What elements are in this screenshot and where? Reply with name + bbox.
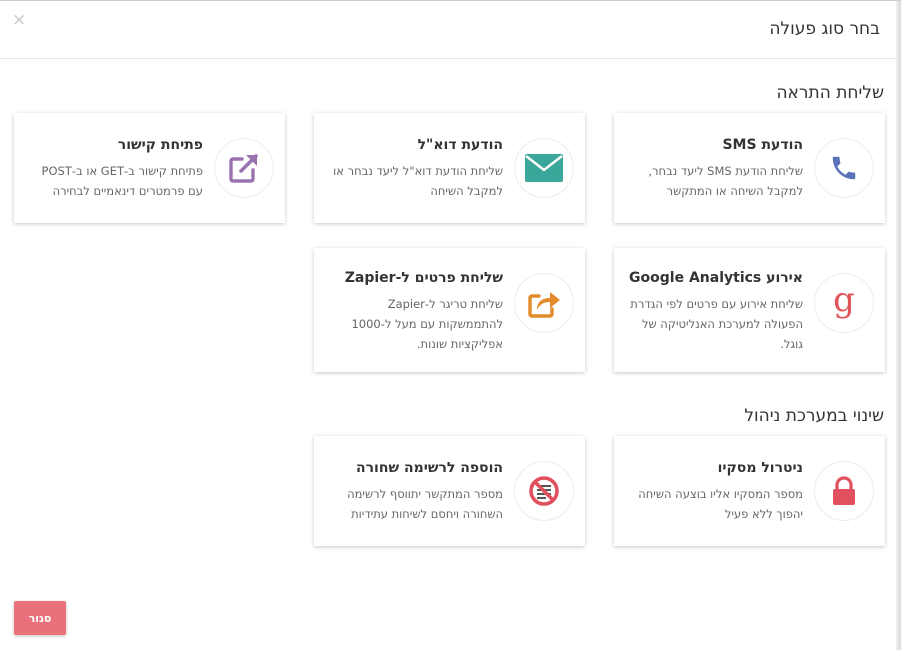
card-description: שליחת אירוע עם פרטים לפי הגדרת הפעולה למ…	[630, 297, 803, 351]
google-g-icon: g	[814, 273, 874, 333]
card-title: פתיחת קישור	[117, 137, 203, 153]
card-title: הודעת SMS	[722, 137, 803, 153]
phone-icon	[814, 138, 874, 198]
card-title: ניטרול מסקיו	[717, 460, 803, 476]
card-blacklist[interactable]: הוספה לרשימה שחורה מספר המתקשר יתווסף לר…	[314, 436, 585, 546]
card-sms[interactable]: הודעת SMS שליחת הודעת SMS ליעד נבחר, למק…	[614, 113, 885, 223]
card-title: שליחת פרטים ל-Zapier	[344, 270, 503, 286]
envelope-icon	[514, 138, 574, 198]
card-description: מספר המתקשר יתווסף לרשימה השחורה ויחסם ל…	[347, 487, 503, 521]
card-open-link[interactable]: פתיחת קישור פתיחת קישור ב-GET או ב-POST …	[14, 113, 285, 223]
card-zapier[interactable]: שליחת פרטים ל-Zapier שליחת טריגר ל-Zapie…	[314, 248, 585, 372]
close-icon[interactable]: ×	[12, 10, 26, 30]
card-google-analytics[interactable]: g אירוע Google Analytics שליחת אירוע עם …	[614, 248, 885, 372]
scroll-edge	[896, 1, 901, 650]
card-email[interactable]: הודעת דוא"ל שליחת הודעת דוא"ל ליעד נבחר …	[314, 113, 585, 223]
card-neutralize[interactable]: ניטרול מסקיו מספר המסקיו אליו בוצעה השיח…	[614, 436, 885, 546]
card-title: הודעת דוא"ל	[417, 137, 503, 153]
close-button[interactable]: סגור	[14, 601, 66, 635]
modal-header: × בחר סוג פעולה	[0, 1, 896, 59]
card-description: שליחת הודעת SMS ליעד נבחר, למקבל השיחה א…	[648, 164, 803, 198]
card-description: שליחת הודעת דוא"ל ליעד נבחר או למקבל השי…	[333, 164, 503, 198]
card-description: מספר המסקיו אליו בוצעה השיחה יהפוך ללא פ…	[638, 487, 803, 521]
card-title: אירוע Google Analytics	[629, 270, 803, 286]
lock-icon	[814, 461, 874, 521]
action-type-modal: × בחר סוג פעולה שליחת התראה הודעת SMS של…	[0, 0, 901, 650]
card-description: פתיחת קישור ב-GET או ב-POST עם פרמטרים ד…	[41, 164, 203, 198]
card-description: שליחת טריגר ל-Zapier להתממשקות עם מעל ל-…	[351, 297, 503, 351]
external-link-icon	[214, 138, 274, 198]
blocked-list-icon	[514, 461, 574, 521]
card-title: הוספה לרשימה שחורה	[356, 460, 503, 476]
section-title-notification: שליחת התראה	[776, 83, 884, 103]
share-icon	[514, 273, 574, 333]
modal-title: בחר סוג פעולה	[769, 19, 880, 39]
section-title-management: שינוי במערכת ניהול	[744, 406, 884, 426]
